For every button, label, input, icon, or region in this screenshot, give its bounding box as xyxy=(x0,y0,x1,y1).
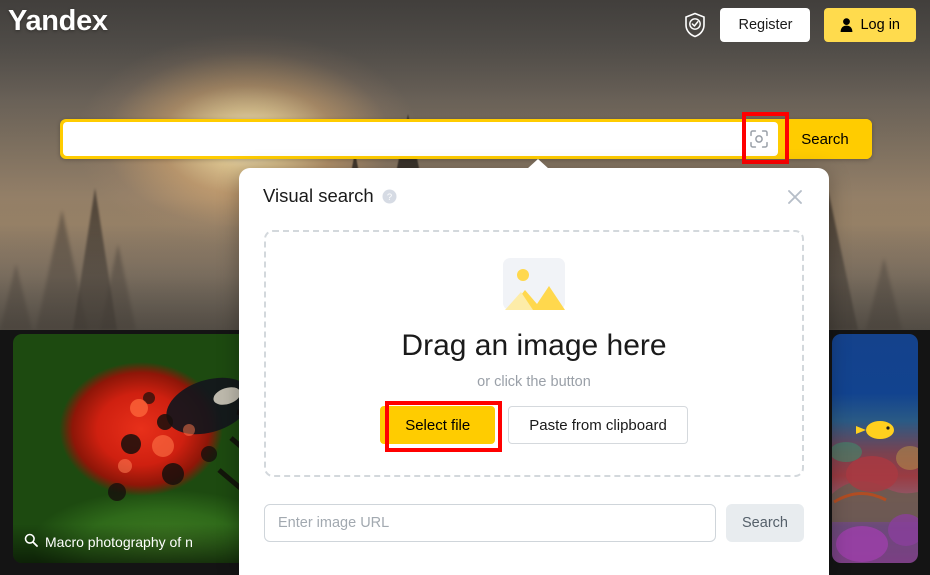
help-circle-icon[interactable]: ? xyxy=(374,189,397,204)
register-button[interactable]: Register xyxy=(720,8,811,42)
yandex-logo[interactable]: Yandex xyxy=(8,5,108,38)
login-button-label: Log in xyxy=(860,17,900,33)
yandex-visual-search-page: Yandex Register Log in Search Macro phot… xyxy=(0,0,930,575)
modal-close-button[interactable] xyxy=(785,185,809,209)
login-button[interactable]: Log in xyxy=(824,8,916,42)
dropzone-subtitle: or click the button xyxy=(477,374,591,390)
dropzone-buttons: Select file Paste from clipboard xyxy=(380,406,688,444)
paste-from-clipboard-button[interactable]: Paste from clipboard xyxy=(508,406,688,444)
close-x-icon xyxy=(785,187,809,207)
search-input-wrap xyxy=(63,122,740,156)
image-placeholder-icon xyxy=(503,232,565,310)
dropzone-title: Drag an image here xyxy=(401,329,667,362)
image-card-caption-text: Macro photography of n xyxy=(45,533,193,550)
visual-search-modal: Visual search ? Drag an image here or cl… xyxy=(239,159,829,575)
image-dropzone[interactable]: Drag an image here or click the button S… xyxy=(264,230,804,477)
visual-search-camera-button[interactable] xyxy=(740,122,778,156)
main-search-bar: Search xyxy=(60,119,872,159)
person-icon xyxy=(840,18,853,32)
search-input[interactable] xyxy=(63,130,740,148)
page-header: Yandex Register Log in xyxy=(0,0,930,50)
modal-header: Visual search ? xyxy=(239,168,829,224)
image-url-input[interactable] xyxy=(264,504,716,542)
select-file-button[interactable]: Select file xyxy=(380,406,496,444)
header-actions: Register Log in xyxy=(684,8,916,42)
search-submit-button[interactable]: Search xyxy=(778,119,872,159)
visual-search-viewfinder-icon xyxy=(749,129,769,149)
image-url-row: Search xyxy=(264,504,804,542)
shield-check-icon[interactable] xyxy=(684,12,706,38)
url-search-button[interactable]: Search xyxy=(726,504,804,542)
image-card-coral-reef[interactable] xyxy=(832,334,918,563)
svg-text:?: ? xyxy=(387,192,392,203)
magnifier-icon xyxy=(24,533,38,550)
modal-title: Visual search xyxy=(263,185,374,206)
